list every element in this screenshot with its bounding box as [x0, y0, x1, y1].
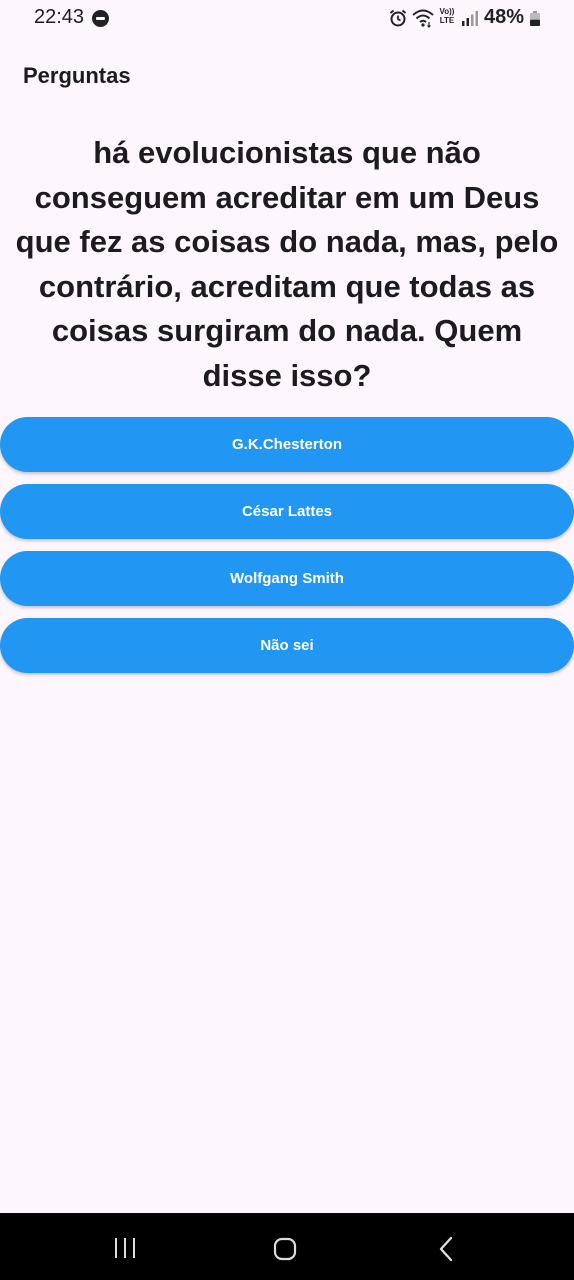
status-bar: 22:43 Vo)) LTE 48% [0, 0, 574, 36]
wifi-icon [412, 9, 434, 28]
answer-button-dont-know[interactable]: Não sei [0, 618, 574, 673]
answer-button-chesterton[interactable]: G.K.Chesterton [0, 417, 574, 472]
do-not-disturb-icon [92, 10, 109, 27]
answer-list: G.K.Chesterton César Lattes Wolfgang Smi… [0, 417, 574, 685]
battery-icon [530, 11, 540, 26]
alarm-icon [389, 9, 407, 27]
screen: 22:43 Vo)) LTE 48% Perguntas há evolucio… [0, 0, 574, 1280]
app-title: Perguntas [23, 63, 131, 88]
volte-icon: Vo)) LTE [439, 7, 455, 25]
signal-icon [462, 11, 478, 26]
answer-button-smith[interactable]: Wolfgang Smith [0, 551, 574, 606]
back-icon[interactable] [437, 1236, 455, 1262]
battery-percent: 48% [484, 6, 525, 28]
status-time: 22:43 [34, 6, 85, 28]
home-icon[interactable] [273, 1237, 297, 1261]
answer-button-lattes[interactable]: César Lattes [0, 484, 574, 539]
navigation-bar [0, 1213, 574, 1280]
recent-apps-icon[interactable] [112, 1237, 138, 1259]
question-text: há evolucionistas que não conseguem acre… [15, 135, 559, 393]
